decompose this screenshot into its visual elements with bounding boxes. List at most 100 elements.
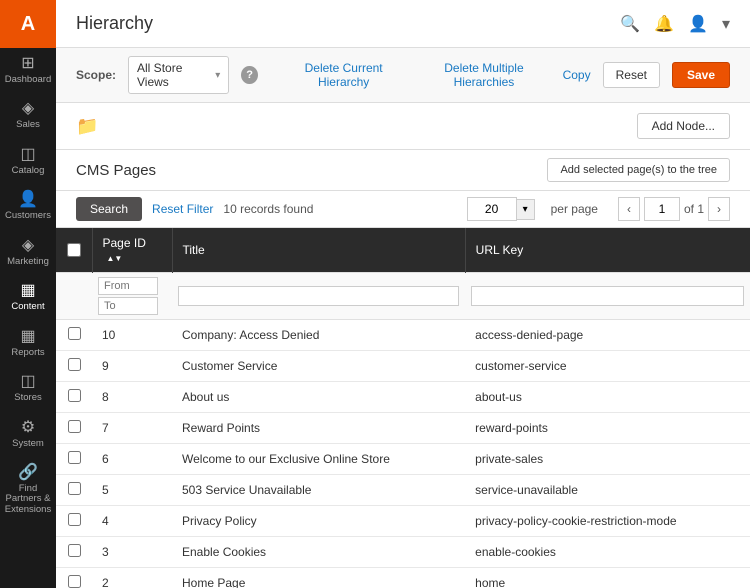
row-checkbox[interactable] (68, 544, 81, 557)
sidebar-label-marketing: Marketing (7, 257, 49, 267)
save-button[interactable]: Save (672, 62, 730, 88)
marketing-icon: ◈ (22, 238, 34, 254)
row-page-id: 2 (92, 568, 172, 588)
row-title: Enable Cookies (172, 537, 465, 568)
row-checkbox-cell (56, 475, 92, 506)
sidebar-label-reports: Reports (11, 348, 44, 358)
scope-dropdown-arrow: ▾ (215, 70, 220, 81)
sidebar: A ⊞ Dashboard ◈ Sales ◫ Catalog 👤 Custom… (0, 0, 56, 588)
th-url-key-label: URL Key (476, 243, 524, 257)
row-checkbox-cell (56, 506, 92, 537)
sidebar-item-marketing[interactable]: ◈ Marketing (0, 230, 56, 275)
filter-from-input[interactable] (98, 277, 158, 295)
row-checkbox[interactable] (68, 575, 81, 588)
sidebar-item-system[interactable]: ⚙ System (0, 412, 56, 457)
system-icon: ⚙ (21, 420, 35, 436)
row-title: Reward Points (172, 413, 465, 444)
node-tree-icon: 📁 (76, 116, 98, 137)
delete-current-button[interactable]: Delete Current Hierarchy (282, 61, 405, 89)
row-page-id: 7 (92, 413, 172, 444)
node-area: 📁 Add Node... (56, 103, 750, 150)
th-page-id[interactable]: Page ID ▲▼ (92, 228, 172, 273)
help-icon[interactable]: ? (241, 66, 258, 84)
filter-title-input[interactable] (178, 286, 459, 306)
row-page-id: 6 (92, 444, 172, 475)
search-icon[interactable]: 🔍 (620, 14, 640, 34)
row-checkbox-cell (56, 413, 92, 444)
sidebar-item-catalog[interactable]: ◫ Catalog (0, 139, 56, 184)
row-checkbox[interactable] (68, 451, 81, 464)
row-page-id: 5 (92, 475, 172, 506)
filter-cell-page-id (92, 273, 172, 320)
topbar-icons: 🔍 🔔 👤 ▾ (620, 14, 730, 34)
sidebar-label-sales: Sales (16, 120, 40, 130)
per-page-arrow[interactable]: ▾ (517, 199, 535, 220)
sidebar-item-dashboard[interactable]: ⊞ Dashboard (0, 48, 56, 93)
reset-button[interactable]: Reset (603, 62, 660, 88)
sidebar-label-extensions: Find Partners & Extensions (4, 484, 52, 515)
sidebar-label-dashboard: Dashboard (5, 75, 51, 85)
row-checkbox[interactable] (68, 420, 81, 433)
page-number-input[interactable] (644, 197, 680, 221)
row-checkbox[interactable] (68, 327, 81, 340)
th-title: Title (172, 228, 465, 273)
sales-icon: ◈ (22, 101, 34, 117)
sidebar-item-content[interactable]: ▦ Content (0, 275, 56, 320)
delete-multiple-button[interactable]: Delete Multiple Hierarchies (417, 61, 550, 89)
user-icon[interactable]: 👤 (688, 14, 708, 34)
row-title: 503 Service Unavailable (172, 475, 465, 506)
th-page-id-label: Page ID (103, 236, 146, 250)
scope-label: Scope: (76, 68, 116, 82)
records-info: 10 records found (223, 202, 313, 216)
per-page-input[interactable] (467, 197, 517, 221)
prev-page-button[interactable]: ‹ (618, 197, 640, 221)
sidebar-item-customers[interactable]: 👤 Customers (0, 184, 56, 229)
next-page-button[interactable]: › (708, 197, 730, 221)
reports-icon: ▦ (20, 329, 35, 345)
sidebar-item-extensions[interactable]: 🔗 Find Partners & Extensions (0, 457, 56, 523)
sidebar-item-stores[interactable]: ◫ Stores (0, 366, 56, 411)
search-button[interactable]: Search (76, 197, 142, 221)
table-row: 5 503 Service Unavailable service-unavai… (56, 475, 750, 506)
stores-icon: ◫ (20, 374, 35, 390)
bell-icon[interactable]: 🔔 (654, 14, 674, 34)
filter-url-key-input[interactable] (471, 286, 744, 306)
sidebar-item-sales[interactable]: ◈ Sales (0, 93, 56, 138)
row-title: About us (172, 382, 465, 413)
copy-button[interactable]: Copy (563, 68, 591, 82)
row-checkbox[interactable] (68, 358, 81, 371)
row-checkbox-cell (56, 320, 92, 351)
add-pages-button[interactable]: Add selected page(s) to the tree (547, 158, 730, 182)
filter-to-input[interactable] (98, 297, 158, 315)
sidebar-label-customers: Customers (5, 211, 51, 221)
row-title: Privacy Policy (172, 506, 465, 537)
more-icon[interactable]: ▾ (722, 14, 730, 34)
sidebar-label-content: Content (11, 302, 44, 312)
row-url-key: privacy-policy-cookie-restriction-mode (465, 506, 750, 537)
row-page-id: 4 (92, 506, 172, 537)
row-checkbox[interactable] (68, 389, 81, 402)
table-row: 2 Home Page home (56, 568, 750, 588)
th-title-label: Title (183, 243, 205, 257)
scope-select[interactable]: All Store Views ▾ (128, 56, 229, 94)
row-url-key: private-sales (465, 444, 750, 475)
row-checkbox-cell (56, 351, 92, 382)
catalog-icon: ◫ (20, 147, 35, 163)
sidebar-item-reports[interactable]: ▦ Reports (0, 321, 56, 366)
reset-filter-button[interactable]: Reset Filter (152, 202, 213, 216)
row-checkbox-cell (56, 537, 92, 568)
table-row: 3 Enable Cookies enable-cookies (56, 537, 750, 568)
row-checkbox[interactable] (68, 513, 81, 526)
sidebar-label-stores: Stores (14, 393, 41, 403)
page-title: Hierarchy (76, 13, 153, 34)
cms-pages-table: Page ID ▲▼ Title URL Key (56, 228, 750, 588)
select-all-checkbox[interactable] (67, 243, 81, 257)
toolbar: Scope: All Store Views ▾ ? Delete Curren… (56, 48, 750, 103)
customers-icon: 👤 (18, 192, 38, 208)
add-node-button[interactable]: Add Node... (637, 113, 730, 139)
row-page-id: 9 (92, 351, 172, 382)
per-page-select: ▾ (467, 197, 535, 221)
row-checkbox[interactable] (68, 482, 81, 495)
row-page-id: 10 (92, 320, 172, 351)
cms-header: CMS Pages Add selected page(s) to the tr… (56, 150, 750, 191)
